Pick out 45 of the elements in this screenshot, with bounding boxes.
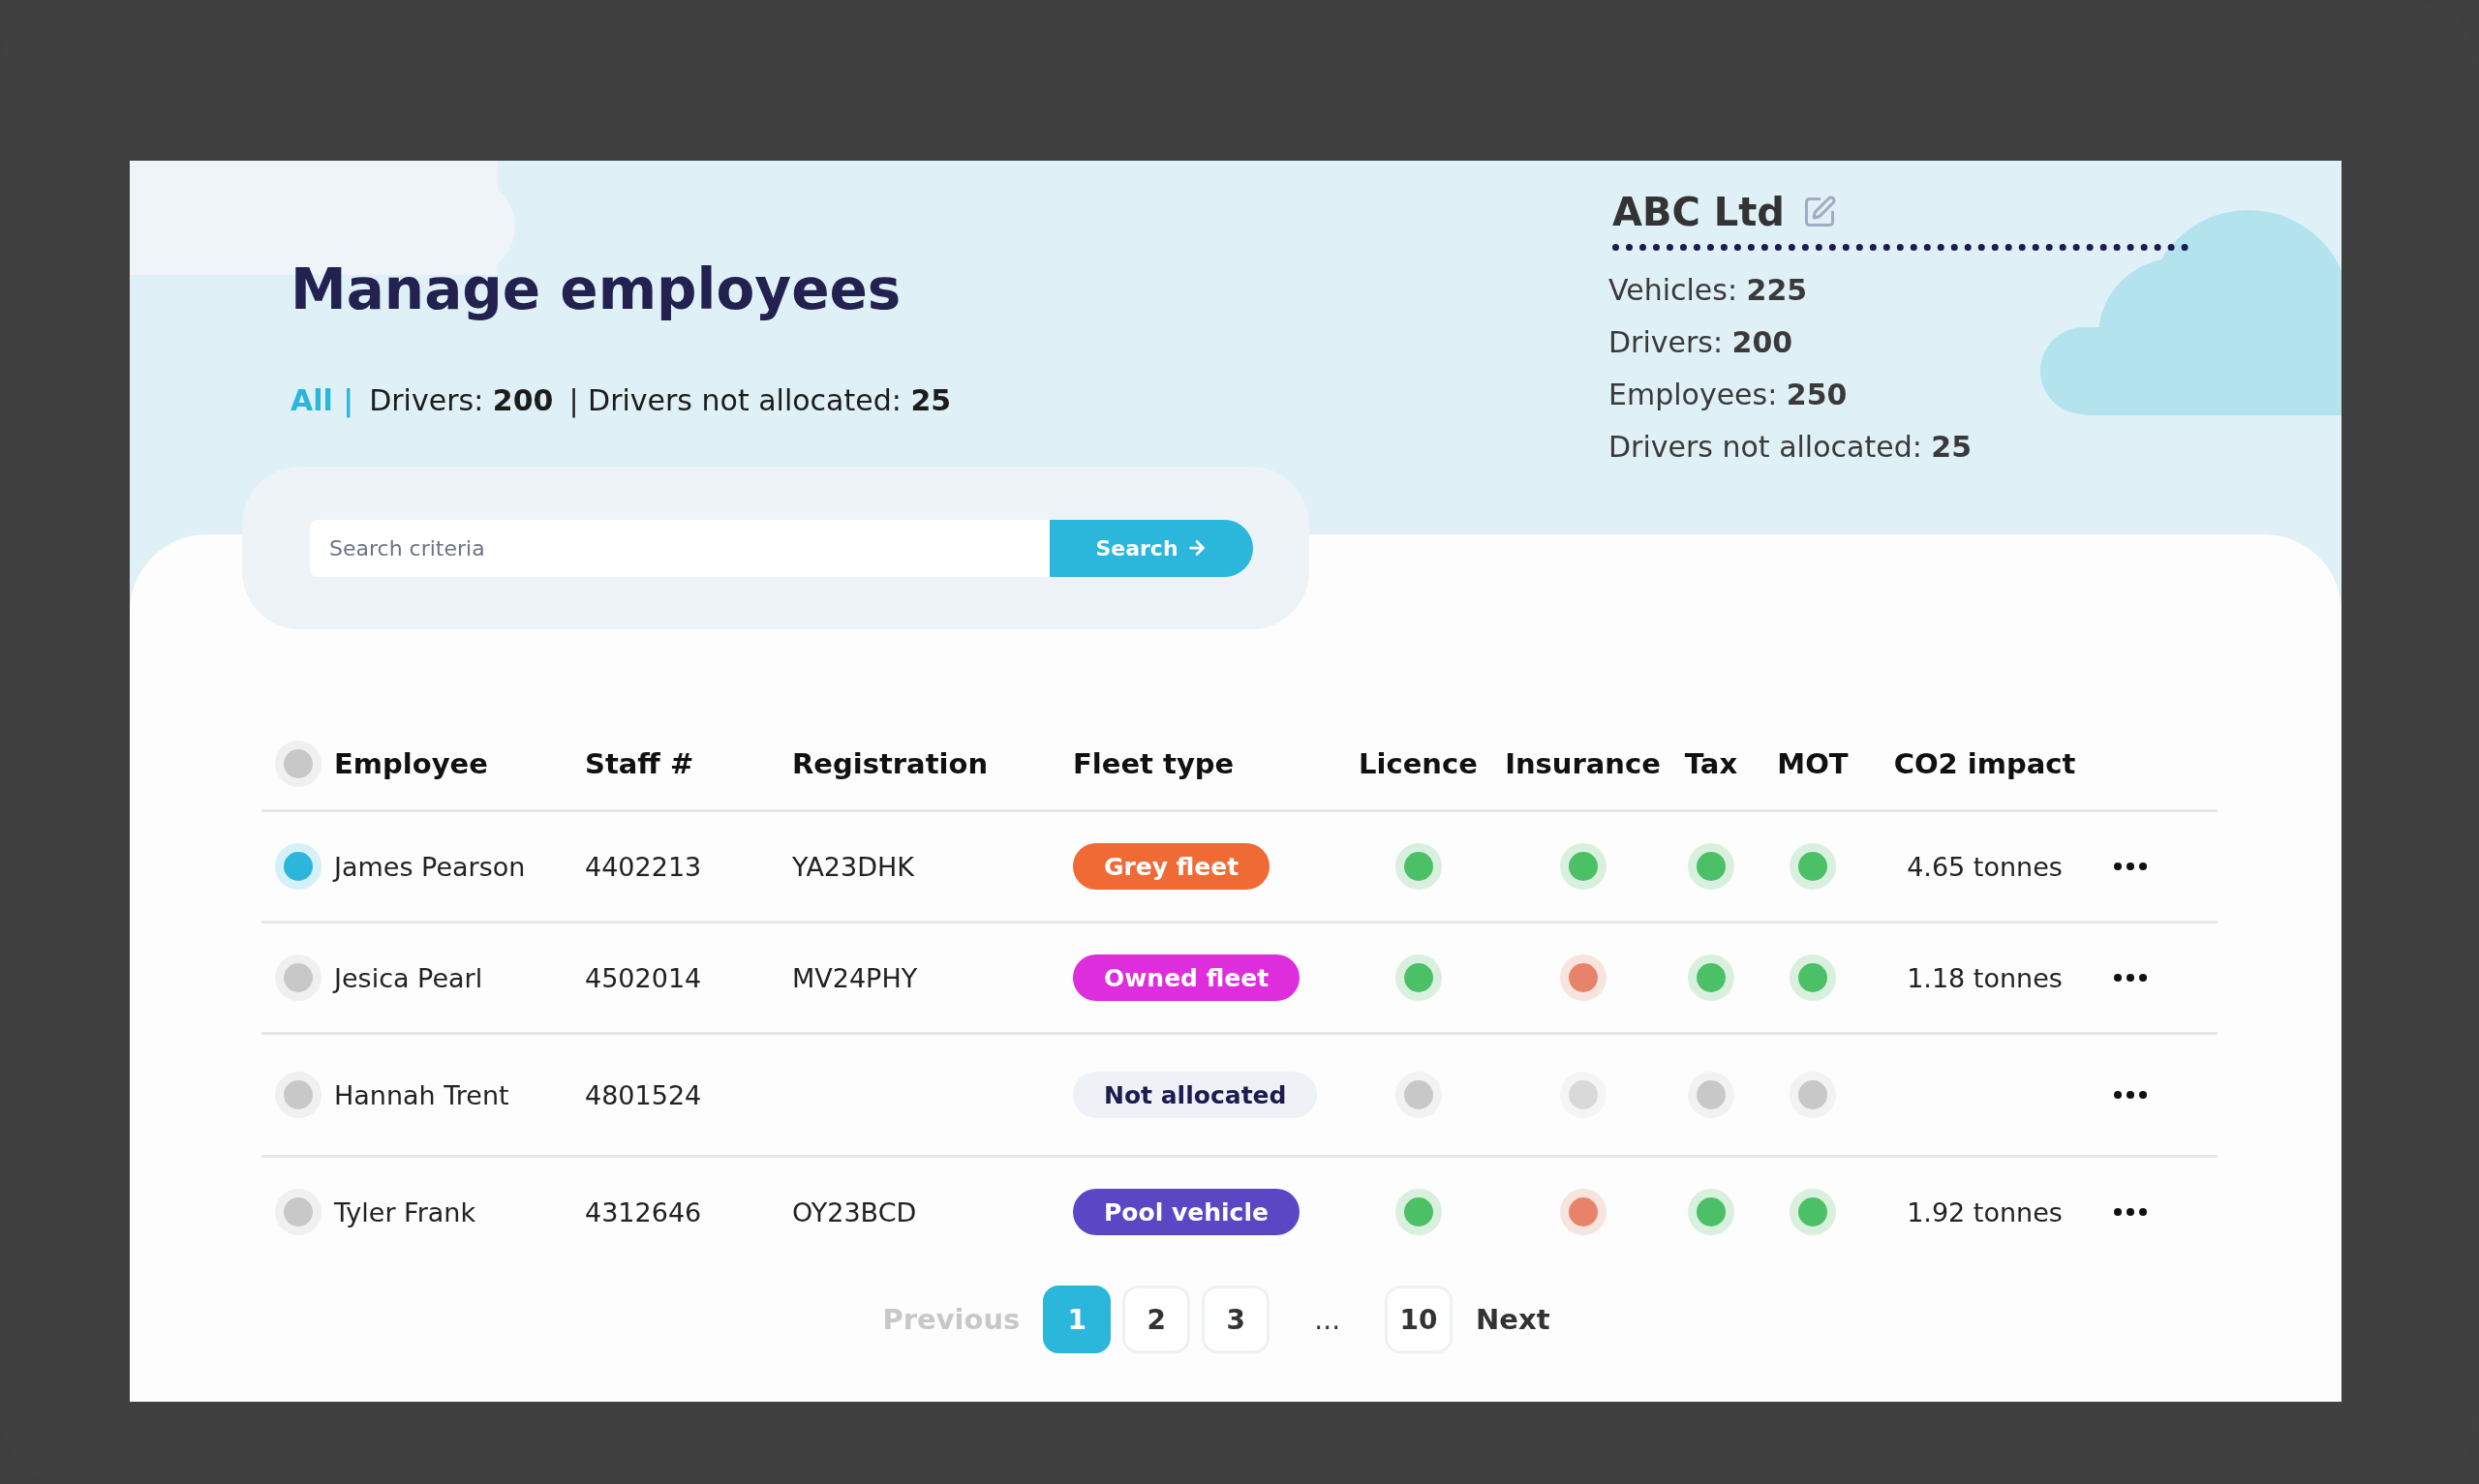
stat-text: Drivers not allocated: 25 [1608,429,1974,466]
page-gap: ... [1313,1303,1342,1336]
employee-cell: Hannah Trent [334,1079,509,1110]
stat-text: Employees: 250 [1608,377,1849,413]
staff-cell: 4801524 [585,1079,702,1110]
co2-cell: 4.65 tonnes [1907,851,2063,882]
more-icon[interactable] [2113,863,2147,870]
co2-cell: 1.18 tonnes [1907,962,2063,993]
column-header: Staff # [585,747,694,780]
staff-cell: 4312646 [585,1196,702,1227]
column-header: Registration [792,747,989,780]
search-field[interactable]: Search criteria [310,519,1050,577]
employee-cell: Jesica Pearl [334,962,483,993]
fleet-badge: Pool vehicle [1073,1189,1300,1235]
fleet-badge: Not allocated [1073,1072,1318,1118]
column-header: Licence [1359,747,1478,780]
page-button[interactable]: 2 [1122,1286,1191,1353]
filter-link[interactable]: | Drivers not allocated: 25 [568,379,952,422]
column-header: Insurance [1505,747,1661,780]
staff-cell: 4402213 [585,851,702,882]
stat-text: Drivers: 200 [1608,324,1794,361]
column-header: Tax [1684,747,1738,780]
employee-cell: James Pearson [334,851,526,882]
fleet-badge: Grey fleet [1073,843,1270,890]
staff-cell: 4502014 [585,962,702,993]
more-icon[interactable] [2113,974,2147,982]
registration-cell: YA23DHK [792,851,915,882]
company-name: ABC Ltd [1612,189,1785,236]
column-header: MOT [1777,747,1849,780]
stat-text: Vehicles: 225 [1608,272,1809,309]
column-header: Employee [334,747,488,780]
page-title: Manage employees [291,256,903,324]
page-button[interactable]: 10 [1385,1286,1454,1353]
registration-cell: MV24PHY [792,962,918,993]
column-header: Fleet type [1073,747,1235,780]
co2-cell: 1.92 tonnes [1907,1196,2063,1227]
page-button[interactable]: 3 [1202,1286,1270,1353]
more-icon[interactable] [2113,1208,2147,1216]
column-header: CO2 impact [1893,747,2076,780]
more-icon[interactable] [2113,1091,2147,1099]
registration-cell: OY23BCD [792,1196,917,1227]
employee-cell: Tyler Frank [334,1196,476,1227]
next-link[interactable]: Next [1464,1303,1562,1336]
filter-link[interactable]: Drivers: 200 [369,379,554,422]
fleet-badge: Owned fleet [1073,954,1301,1001]
